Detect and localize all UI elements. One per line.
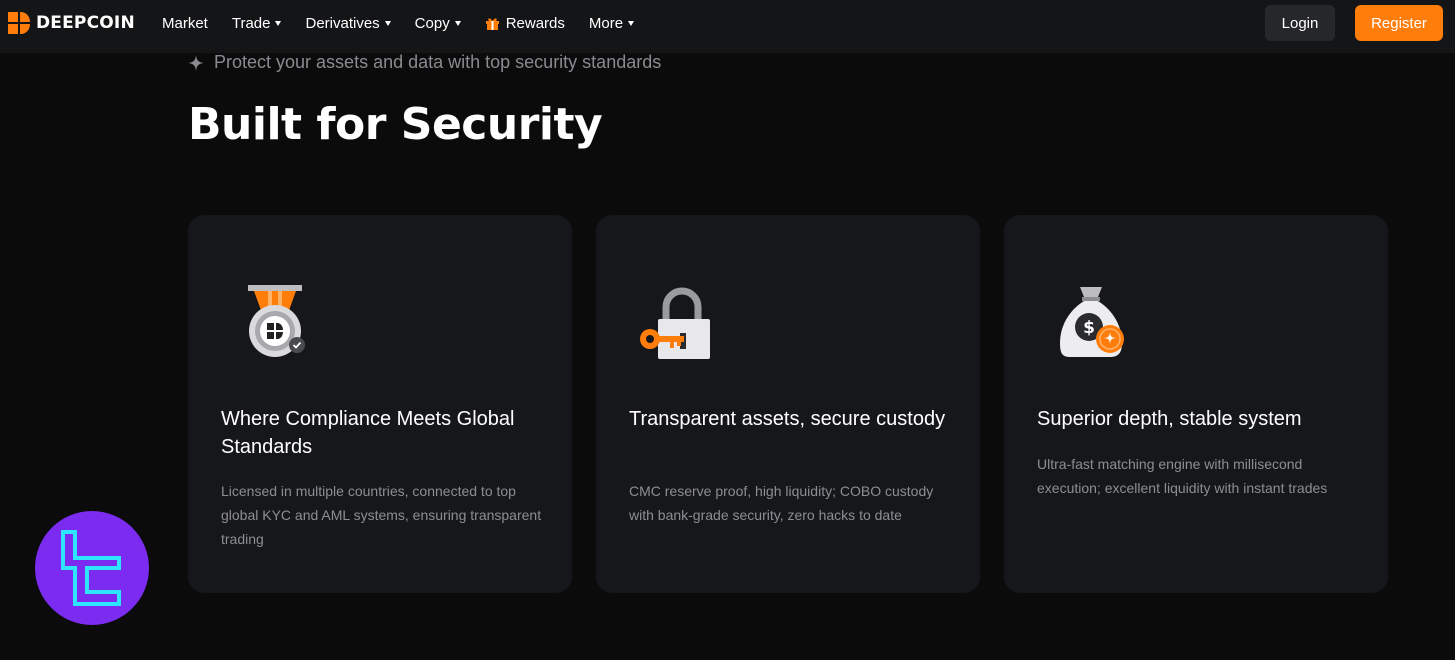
tc-floating-badge[interactable]: [35, 511, 149, 625]
section-title: Built for Security: [188, 99, 603, 150]
login-button[interactable]: Login: [1265, 5, 1335, 41]
nav-item-trade[interactable]: Trade: [232, 15, 282, 32]
nav-item-derivatives[interactable]: Derivatives: [305, 14, 391, 32]
svg-text:$: $: [1083, 318, 1095, 338]
nav-item-label: More: [588, 14, 624, 32]
caret-down-icon: [384, 20, 391, 26]
tc-logo-icon: [61, 530, 121, 606]
card-title: Transparent assets, secure custody: [629, 408, 946, 430]
caret-down-icon: [628, 20, 635, 26]
nav-item-market[interactable]: Market: [162, 15, 208, 32]
caret-down-icon: [454, 20, 461, 26]
sparkle-icon: [188, 54, 204, 71]
card-description: Licensed in multiple countries, connecte…: [221, 483, 542, 547]
nav-item-label: Derivatives: [305, 14, 380, 32]
card-description: CMC reserve proof, high liquidity; COBO …: [629, 483, 934, 523]
money-bag-icon: $: [1060, 287, 1124, 357]
card-title: Superior depth, stable system: [1037, 408, 1302, 430]
section-tagline: Protect your assets and data with top se…: [188, 52, 661, 73]
main-nav: Market Trade Derivatives Copy Rewards Mo: [162, 0, 658, 46]
nav-item-label: Market: [162, 14, 208, 32]
padlock-key-icon: [640, 287, 710, 359]
card-description: Ultra-fast matching engine with millisec…: [1037, 456, 1328, 496]
brand-name: DEEPCOIN: [36, 13, 135, 33]
nav-item-rewards[interactable]: Rewards: [485, 15, 565, 32]
caret-down-icon: [275, 20, 282, 26]
feature-card-depth: $ Superior depth, stable system Ultra-fa…: [1004, 215, 1388, 593]
gift-icon: [485, 17, 499, 30]
top-navbar: DEEPCOIN Market Trade Derivatives Copy R…: [0, 0, 1455, 53]
nav-item-label: Rewards: [505, 14, 565, 32]
register-button[interactable]: Register: [1355, 5, 1443, 41]
feature-card-compliance: Where Compliance Meets Global Standards …: [188, 215, 572, 593]
tagline-text: Protect your assets and data with top se…: [214, 52, 662, 72]
feature-card-custody: Transparent assets, secure custody CMC r…: [596, 215, 980, 593]
nav-item-more[interactable]: More: [588, 14, 635, 32]
card-title: Where Compliance Meets Global Standards: [221, 408, 515, 458]
nav-item-label: Trade: [231, 14, 271, 32]
brand-logo-link[interactable]: DEEPCOIN: [8, 12, 135, 34]
nav-item-copy[interactable]: Copy: [415, 15, 461, 32]
nav-item-label: Copy: [414, 14, 450, 32]
medal-badge-icon: [248, 285, 305, 357]
deepcoin-logo-icon: [8, 12, 30, 34]
